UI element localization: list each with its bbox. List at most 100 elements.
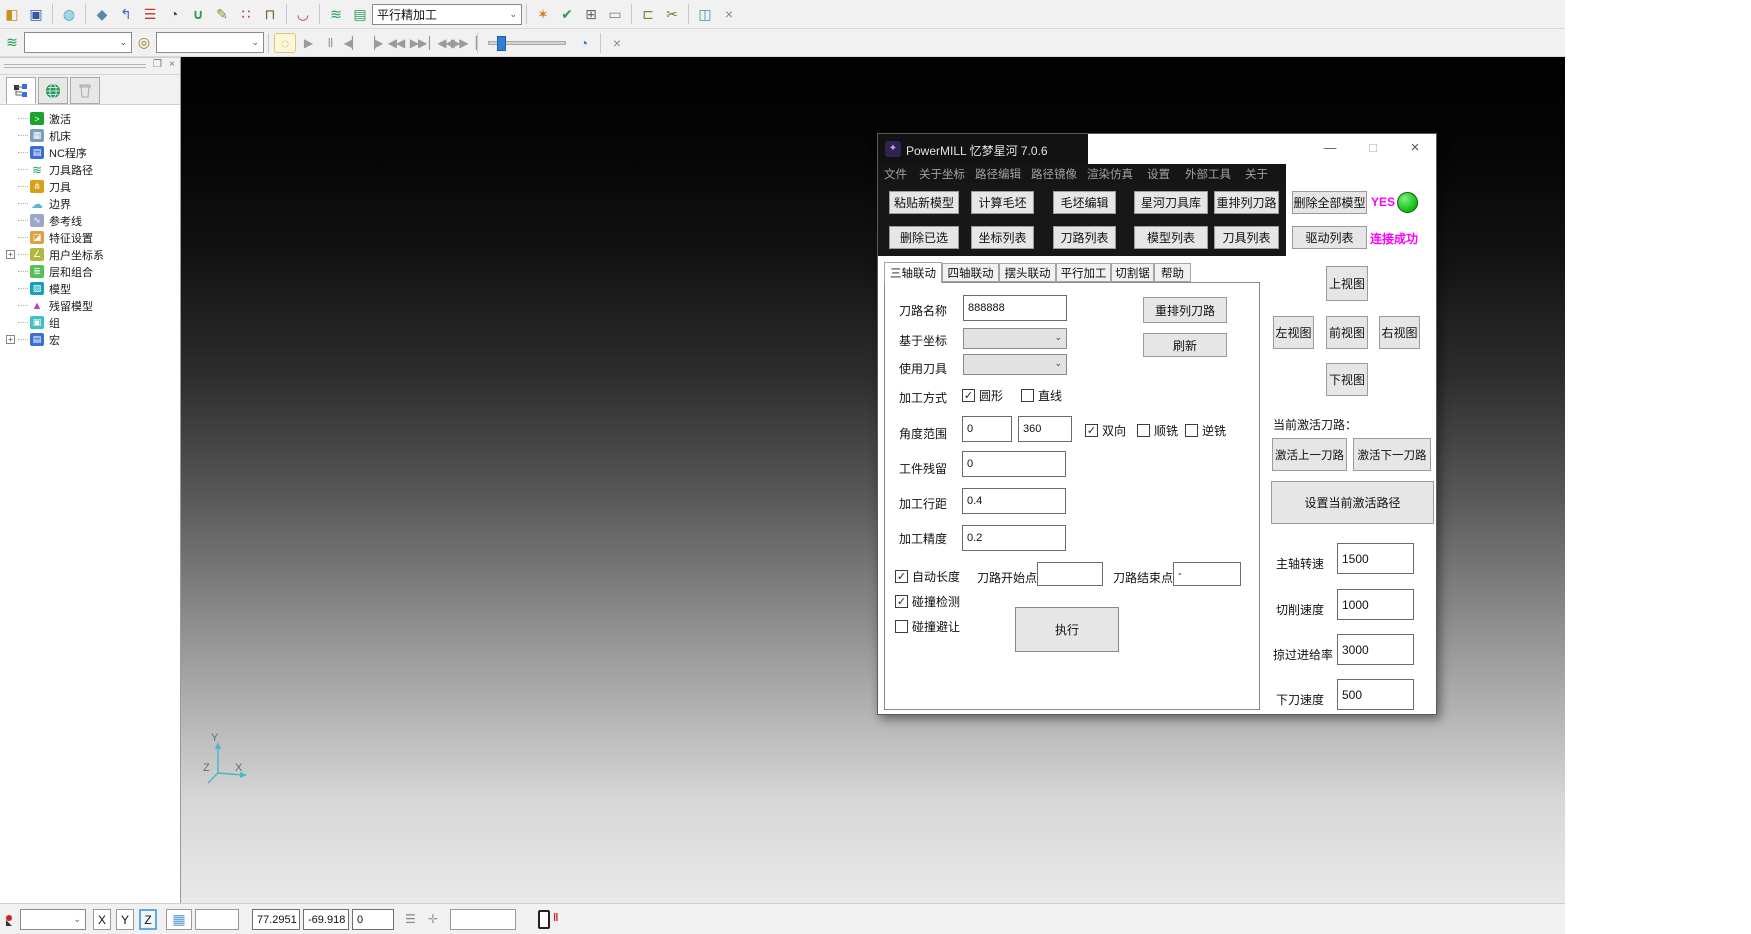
tab-3axis[interactable]: 三轴联动 <box>884 262 942 283</box>
tool-block-icon[interactable]: ⊓ <box>259 4 281 24</box>
refresh-button[interactable]: 刷新 <box>1143 333 1227 357</box>
skip-start-icon[interactable]: ▏◀◀ <box>429 36 451 50</box>
clock-icon[interactable]: ◔ <box>573 33 595 53</box>
stock-remain-input[interactable]: 0 <box>962 451 1066 477</box>
coordinate-x-field[interactable]: 77.2951 <box>252 909 300 930</box>
coordinate-y-field[interactable]: -69.918 <box>303 909 349 930</box>
toolpath-list-button[interactable]: 刀路列表 <box>1053 226 1116 249</box>
grid-toggle-button[interactable]: ▦ <box>166 909 192 930</box>
rearrange-button[interactable]: 重排列刀路 <box>1143 297 1227 323</box>
toolpath-return-icon[interactable]: ↰ <box>115 4 137 24</box>
binoculars-icon[interactable]: ◎ <box>133 33 155 53</box>
tree-item-workplanes[interactable]: +∠用户坐标系 <box>6 246 180 263</box>
tab-saw[interactable]: 切割锯 <box>1111 263 1154 282</box>
tree-item-toolpaths[interactable]: ≋刀具路径 <box>6 161 180 178</box>
view-left-button[interactable]: 左视图 <box>1273 316 1314 349</box>
rearrange-toolpath-button[interactable]: 重排列刀路 <box>1214 191 1279 214</box>
stock-edit-button[interactable]: 毛坯编辑 <box>1053 191 1116 214</box>
tree-item-models[interactable]: ▧模型 <box>6 280 180 297</box>
tab-swivel[interactable]: 摆头联动 <box>999 263 1056 282</box>
model-list-button[interactable]: 模型列表 <box>1134 226 1208 249</box>
collision-check-checkbox[interactable]: ✓ 碰撞检测 <box>895 593 960 610</box>
minimize-button[interactable]: — <box>1319 137 1341 159</box>
tree-item-tools[interactable]: ⋔刀具 <box>6 178 180 195</box>
toolpath-combobox[interactable]: ⌄ <box>24 32 132 53</box>
tab-explorer-recycle[interactable] <box>70 77 100 104</box>
plunge-feed-input[interactable]: 500 <box>1337 679 1414 710</box>
cutting-speed-input[interactable]: 1000 <box>1337 589 1414 620</box>
close-toolbar-icon[interactable]: × <box>606 33 628 53</box>
play-icon[interactable]: ▶ <box>297 36 319 50</box>
u-channel-icon[interactable]: ∪ <box>187 4 209 24</box>
toolpath-ribbon-icon[interactable]: ≋ <box>325 4 347 24</box>
panel-float-icon[interactable]: ❐ <box>153 59 162 70</box>
step-forward-icon[interactable]: ▕▶ <box>363 36 385 50</box>
tab-parallel[interactable]: 平行加工 <box>1056 263 1111 282</box>
menu-path-edit[interactable]: 路径编辑 <box>975 166 1021 182</box>
delete-selected-button[interactable]: 删除已选 <box>889 226 959 249</box>
auto-length-checkbox[interactable]: ✓ 自动长度 <box>895 568 960 585</box>
stepover-input[interactable]: 0.4 <box>962 488 1066 514</box>
measure-field[interactable] <box>450 909 516 930</box>
point-picker-icon[interactable] <box>4 913 18 927</box>
activate-next-toolpath-button[interactable]: 激活下一刀路 <box>1353 438 1431 471</box>
panel-device-icon[interactable] <box>538 910 550 929</box>
view-bottom-button[interactable]: 下视图 <box>1326 363 1368 396</box>
drill-arc-icon[interactable]: ◡ <box>292 4 314 24</box>
menu-path-mirror[interactable]: 路径镜像 <box>1031 166 1077 182</box>
pause-icon[interactable]: Ⅱ <box>319 36 341 50</box>
menu-file[interactable]: 文件 <box>884 166 907 182</box>
tree-item-macros[interactable]: +▤宏 <box>6 331 180 348</box>
toolpath-name-input[interactable]: 888888 <box>963 295 1067 321</box>
activate-prev-toolpath-button[interactable]: 激活上一刀路 <box>1272 438 1347 471</box>
menu-settings[interactable]: 设置 <box>1147 166 1170 182</box>
skim-feed-input[interactable]: 3000 <box>1337 634 1414 665</box>
tab-4axis[interactable]: 四轴联动 <box>942 263 999 282</box>
spindle-speed-input[interactable]: 1500 <box>1337 543 1414 574</box>
menu-about[interactable]: 关于 <box>1245 166 1268 182</box>
tab-help[interactable]: 帮助 <box>1154 263 1191 282</box>
bars-tool-icon[interactable]: ☰ <box>139 4 161 24</box>
conventional-checkbox[interactable]: 逆铣 <box>1185 422 1226 439</box>
fast-forward-icon[interactable]: ▶▶ <box>407 36 429 50</box>
tree-item-nc-program[interactable]: ▤NC程序 <box>6 144 180 161</box>
tree-item-patterns[interactable]: ∿参考线 <box>6 212 180 229</box>
toolpath-list-icon[interactable]: ▤ <box>349 4 371 24</box>
view-right-button[interactable]: 右视图 <box>1379 316 1420 349</box>
verify-check-icon[interactable]: ✔ <box>556 4 578 24</box>
calc-stock-button[interactable]: 计算毛坯 <box>971 191 1034 214</box>
tree-item-feature-sets[interactable]: ◪特征设置 <box>6 229 180 246</box>
menu-about-coords[interactable]: 关于坐标 <box>919 166 965 182</box>
execute-button[interactable]: 执行 <box>1015 607 1119 652</box>
probe-target-icon[interactable]: ✛ <box>428 912 438 926</box>
grid-size-field[interactable] <box>195 909 239 930</box>
tolerance-input[interactable]: 0.2 <box>962 525 1066 551</box>
tree-item-stock-models[interactable]: ▲残留模型 <box>6 297 180 314</box>
angle-to-input[interactable]: 360 <box>1018 416 1072 442</box>
tab-explorer-tree[interactable] <box>6 77 36 104</box>
based-coord-select[interactable]: ⌄ <box>963 328 1067 349</box>
maximize-button[interactable]: □ <box>1362 137 1384 159</box>
method-circle-checkbox[interactable]: ✓ 圆形 <box>962 387 1003 404</box>
dialog-titlebar[interactable]: ✦ PowerMILL 忆梦星河 7.0.6 — □ × <box>878 134 1436 164</box>
set-active-path-button[interactable]: 设置当前激活路径 <box>1271 481 1434 524</box>
slider-handle[interactable] <box>497 36 506 51</box>
shears-icon[interactable]: ✂ <box>661 4 683 24</box>
print-pot-icon[interactable]: ◍ <box>58 4 80 24</box>
use-tool-select[interactable]: ⌄ <box>963 354 1067 375</box>
ball-tool-icon[interactable]: ◔ <box>163 4 185 24</box>
tool-library-button[interactable]: 星河刀具库 <box>1134 191 1208 214</box>
drive-list-button[interactable]: 驱动列表 <box>1292 226 1367 249</box>
explorer-panel-header[interactable]: ❐ × <box>0 58 180 75</box>
close-button[interactable]: × <box>1404 137 1426 159</box>
collision-avoid-checkbox[interactable]: 碰撞避让 <box>895 618 960 635</box>
strategy-combobox[interactable]: 平行精加工 ⌄ <box>372 4 522 25</box>
axis-x-button[interactable]: X <box>93 909 111 930</box>
view-top-button[interactable]: 上视图 <box>1326 266 1368 301</box>
tree-item-active[interactable]: >激活 <box>6 110 180 127</box>
panel-close-icon[interactable]: × <box>169 59 175 70</box>
calculator-icon[interactable]: ⊞ <box>580 4 602 24</box>
block-model-icon[interactable]: ◆ <box>91 4 113 24</box>
tree-item-levels-sets[interactable]: ≣层和组合 <box>6 263 180 280</box>
paste-model-button[interactable]: 粘贴新模型 <box>889 191 959 214</box>
